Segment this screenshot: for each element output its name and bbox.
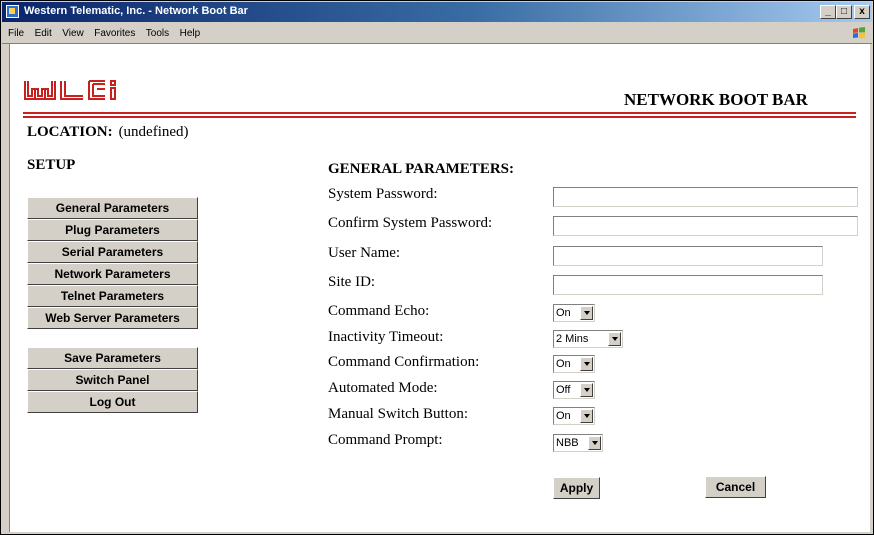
site-id-label: Site ID: (328, 274, 376, 290)
manual-switch-button-value: On (556, 410, 571, 422)
command-confirmation-value: On (556, 358, 571, 370)
user-name-label: User Name: (328, 245, 401, 261)
maximize-button[interactable]: □ (836, 5, 852, 19)
nav-web-server-parameters[interactable]: Web Server Parameters (27, 307, 198, 329)
inactivity-timeout-select[interactable]: 2 Mins (553, 330, 623, 348)
location-label: LOCATION: (27, 124, 113, 140)
chevron-down-icon[interactable] (608, 332, 621, 346)
nav-telnet-parameters[interactable]: Telnet Parameters (27, 285, 198, 307)
automated-mode-value: Off (556, 384, 571, 396)
close-button[interactable]: x (854, 5, 870, 19)
window-title: Western Telematic, Inc. - Network Boot B… (24, 5, 248, 17)
save-parameters-button[interactable]: Save Parameters (27, 347, 198, 369)
command-prompt-label: Command Prompt: (328, 432, 443, 448)
nav-serial-parameters[interactable]: Serial Parameters (27, 241, 198, 263)
window-bottom-edge (9, 532, 873, 534)
setup-heading: SETUP (27, 157, 76, 173)
windows-logo-icon (853, 27, 865, 39)
command-echo-select[interactable]: On (553, 304, 595, 322)
chevron-down-icon[interactable] (580, 409, 593, 423)
inactivity-timeout-value: 2 Mins (556, 333, 589, 345)
command-echo-value: On (556, 307, 571, 319)
confirm-password-field[interactable] (553, 216, 858, 236)
menu-edit[interactable]: Edit (35, 24, 52, 44)
user-name-field[interactable] (553, 246, 823, 266)
product-title: NETWORK BOOT BAR (624, 90, 808, 109)
menu-bar: File Edit View Favorites Tools Help (2, 23, 872, 44)
wti-logo: wti (24, 80, 116, 100)
header-rule-bottom (23, 116, 856, 118)
action-menu: Save Parameters Switch Panel Log Out (27, 347, 198, 413)
automated-mode-label: Automated Mode: (328, 380, 438, 396)
browser-window: Western Telematic, Inc. - Network Boot B… (0, 0, 874, 535)
menu-view[interactable]: View (62, 24, 84, 44)
setup-menu: General Parameters Plug Parameters Seria… (27, 197, 198, 329)
system-password-field[interactable] (553, 187, 858, 207)
menu-favorites[interactable]: Favorites (94, 24, 135, 44)
nav-plug-parameters[interactable]: Plug Parameters (27, 219, 198, 241)
header-rule-top (23, 112, 856, 114)
chevron-down-icon[interactable] (580, 357, 593, 371)
automated-mode-select[interactable]: Off (553, 381, 595, 399)
nav-general-parameters[interactable]: General Parameters (27, 197, 198, 219)
menu-tools[interactable]: Tools (146, 24, 169, 44)
cancel-button[interactable]: Cancel (705, 476, 766, 498)
menu-file[interactable]: File (8, 24, 24, 44)
switch-panel-button[interactable]: Switch Panel (27, 369, 198, 391)
command-confirmation-label: Command Confirmation: (328, 354, 480, 370)
menu-help[interactable]: Help (180, 24, 201, 44)
chevron-down-icon[interactable] (580, 306, 593, 320)
confirm-password-label: Confirm System Password: (328, 215, 493, 231)
nav-network-parameters[interactable]: Network Parameters (27, 263, 198, 285)
location-value: (undefined) (118, 124, 189, 140)
log-out-button[interactable]: Log Out (27, 391, 198, 413)
chevron-down-icon[interactable] (580, 383, 593, 397)
inactivity-timeout-label: Inactivity Timeout: (328, 329, 444, 345)
chevron-down-icon[interactable] (588, 436, 601, 450)
command-echo-label: Command Echo: (328, 303, 430, 319)
system-password-label: System Password: (328, 186, 438, 202)
apply-button[interactable]: Apply (553, 477, 600, 499)
command-confirmation-select[interactable]: On (553, 355, 595, 373)
manual-switch-button-select[interactable]: On (553, 407, 595, 425)
minimize-button[interactable]: _ (820, 5, 836, 19)
manual-switch-button-label: Manual Switch Button: (328, 406, 468, 422)
general-parameters-heading: GENERAL PARAMETERS: (328, 161, 514, 177)
location-line: LOCATION: (undefined) (27, 124, 189, 141)
site-id-field[interactable] (553, 275, 823, 295)
title-bar[interactable]: Western Telematic, Inc. - Network Boot B… (2, 2, 872, 22)
page-content: wti NETWORK BOOT BAR LOCATION: (undefined… (9, 44, 870, 532)
command-prompt-select[interactable]: NBB (553, 434, 603, 452)
command-prompt-value: NBB (556, 437, 579, 449)
ie-app-icon (6, 5, 19, 18)
